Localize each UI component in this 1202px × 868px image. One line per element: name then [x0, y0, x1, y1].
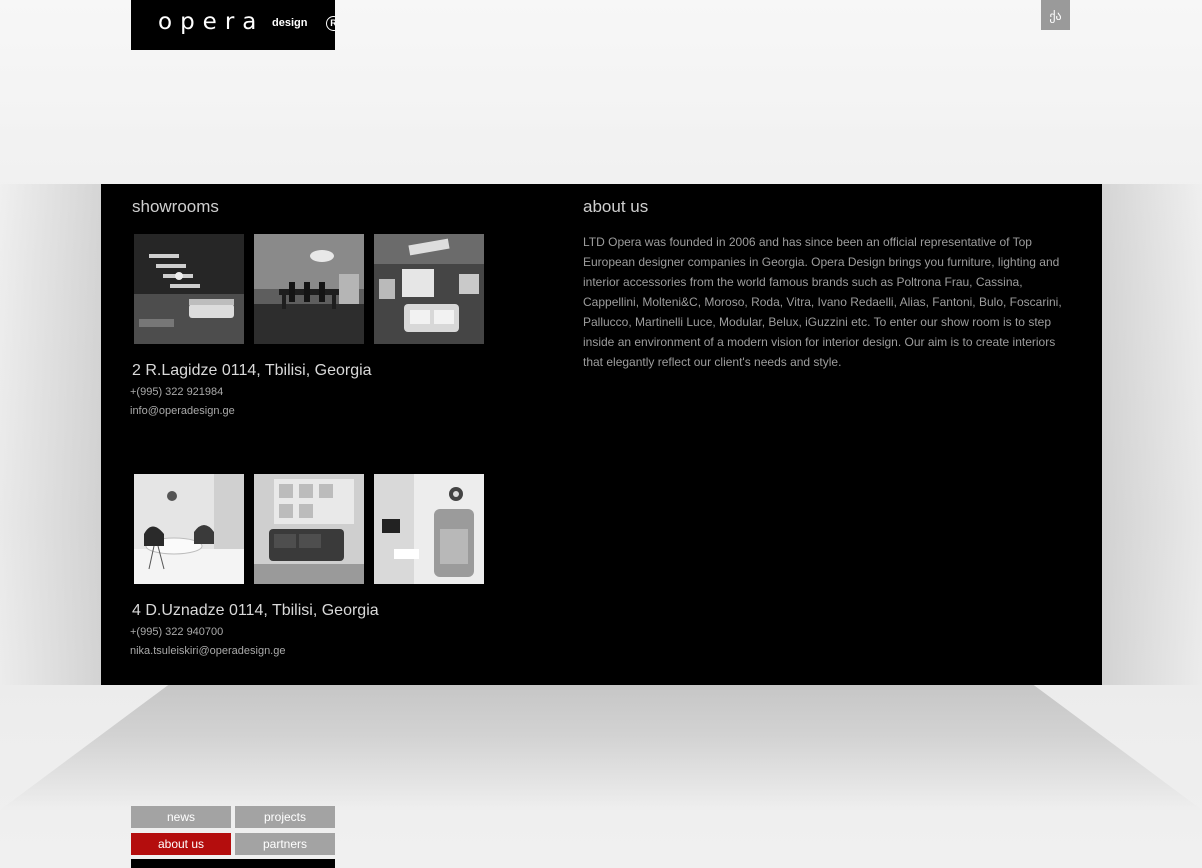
interior-photo-staircase[interactable] — [134, 234, 244, 344]
registered-mark-icon: R — [326, 16, 335, 31]
nav-about-us-button[interactable]: about us — [131, 833, 231, 855]
showroom-1-email-link[interactable]: info@operadesign.ge — [130, 405, 235, 417]
language-switch-button[interactable]: ქა — [1041, 0, 1070, 30]
nav-news-button[interactable]: news — [131, 806, 231, 828]
logo[interactable]: opera design R — [131, 0, 335, 50]
panel-shadow-right — [1102, 184, 1202, 685]
showroom-2-email-link[interactable]: nika.tsuleiskiri@operadesign.ge — [130, 645, 285, 657]
showroom-2-photos — [134, 474, 484, 584]
nav-projects-button[interactable]: projects — [235, 806, 335, 828]
showroom-2-phone: +(995) 322 940700 — [130, 626, 224, 638]
interior-photo-dining[interactable] — [254, 234, 364, 344]
logo-subword: design — [272, 17, 308, 29]
content-panel: showrooms 2 R.Lagidze 0114, Tbilisi, Geo… — [101, 184, 1102, 685]
showroom-1-photos — [134, 234, 484, 344]
panel-shadow-left — [0, 184, 101, 685]
showroom-1-address: 2 R.Lagidze 0114, Tbilisi, Georgia — [132, 362, 372, 379]
showroom-2-address: 4 D.Uznadze 0114, Tbilisi, Georgia — [132, 602, 379, 619]
logo-wordmark: opera — [158, 9, 265, 35]
interior-photo-chairs[interactable] — [134, 474, 244, 584]
showrooms-heading: showrooms — [132, 197, 219, 216]
interior-photo-booth[interactable] — [374, 474, 484, 584]
interior-photo-lounge[interactable] — [254, 474, 364, 584]
showroom-1-phone: +(995) 322 921984 — [130, 386, 224, 398]
interior-photo-sofa-top[interactable] — [374, 234, 484, 344]
panel-reflection — [0, 685, 1202, 810]
nav-partners-button[interactable]: partners — [235, 833, 335, 855]
about-heading: about us — [583, 197, 649, 216]
about-text: LTD Opera was founded in 2006 and has si… — [583, 235, 1062, 369]
nav-footer-bar — [131, 859, 335, 868]
